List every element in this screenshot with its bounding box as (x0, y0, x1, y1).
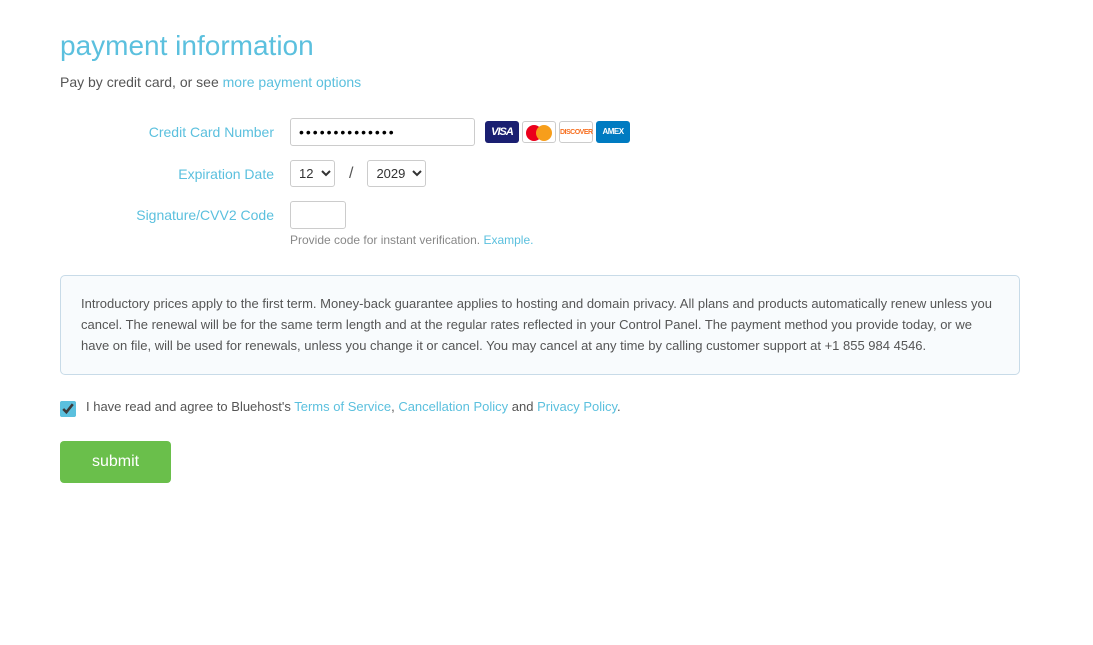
cvv-example-link[interactable]: Example. (483, 233, 533, 247)
cc-number-row: Credit Card Number VISA DISCOVER AMEX (60, 118, 1033, 146)
subtitle-text: Pay by credit card, or see (60, 74, 219, 90)
agreement-and: and (512, 399, 537, 414)
cvv-hint: Provide code for instant verification. E… (290, 233, 533, 247)
visa-icon: VISA (485, 121, 519, 143)
notice-text: Introductory prices apply to the first t… (81, 294, 999, 356)
cc-icons: VISA DISCOVER AMEX (485, 121, 630, 143)
cc-number-input[interactable] (290, 118, 475, 146)
expiration-month-select[interactable]: 01 02 03 04 05 06 07 08 09 10 11 12 (290, 160, 335, 187)
cc-number-label: Credit Card Number (60, 124, 290, 140)
submit-button[interactable]: submit (60, 441, 171, 483)
more-payment-link[interactable]: more payment options (223, 74, 362, 90)
agreement-checkbox[interactable] (60, 401, 76, 417)
page-title: payment information (60, 30, 1033, 62)
agreement-text: I have read and agree to Bluehost's Term… (86, 399, 621, 414)
cvv-control: Provide code for instant verification. E… (290, 201, 533, 247)
expiration-year-select[interactable]: 2024 2025 2026 2027 2028 2029 2030 2031 … (367, 160, 426, 187)
cc-number-control: VISA DISCOVER AMEX (290, 118, 630, 146)
cvv-label: Signature/CVV2 Code (60, 201, 290, 223)
expiration-label: Expiration Date (60, 166, 290, 182)
cvv-hint-text: Provide code for instant verification. (290, 233, 480, 247)
agreement-comma: , (391, 399, 395, 414)
payment-form: Credit Card Number VISA DISCOVER AMEX Ex… (60, 118, 1033, 247)
terms-link[interactable]: Terms of Service (294, 399, 391, 414)
cancellation-link[interactable]: Cancellation Policy (398, 399, 508, 414)
privacy-link[interactable]: Privacy Policy (537, 399, 617, 414)
subtitle: Pay by credit card, or see more payment … (60, 74, 1033, 90)
amex-icon: AMEX (596, 121, 630, 143)
cvv-input[interactable] (290, 201, 346, 229)
expiry-separator: / (349, 165, 353, 183)
agreement-row: I have read and agree to Bluehost's Term… (60, 399, 1033, 417)
discover-icon: DISCOVER (559, 121, 593, 143)
agreement-period: . (617, 399, 621, 414)
expiration-row: Expiration Date 01 02 03 04 05 06 07 08 … (60, 160, 1033, 187)
notice-box: Introductory prices apply to the first t… (60, 275, 1020, 375)
cvv-row: Signature/CVV2 Code Provide code for ins… (60, 201, 1033, 247)
mastercard-icon (522, 121, 556, 143)
expiration-control: 01 02 03 04 05 06 07 08 09 10 11 12 / 20… (290, 160, 426, 187)
agreement-before: I have read and agree to Bluehost's (86, 399, 291, 414)
